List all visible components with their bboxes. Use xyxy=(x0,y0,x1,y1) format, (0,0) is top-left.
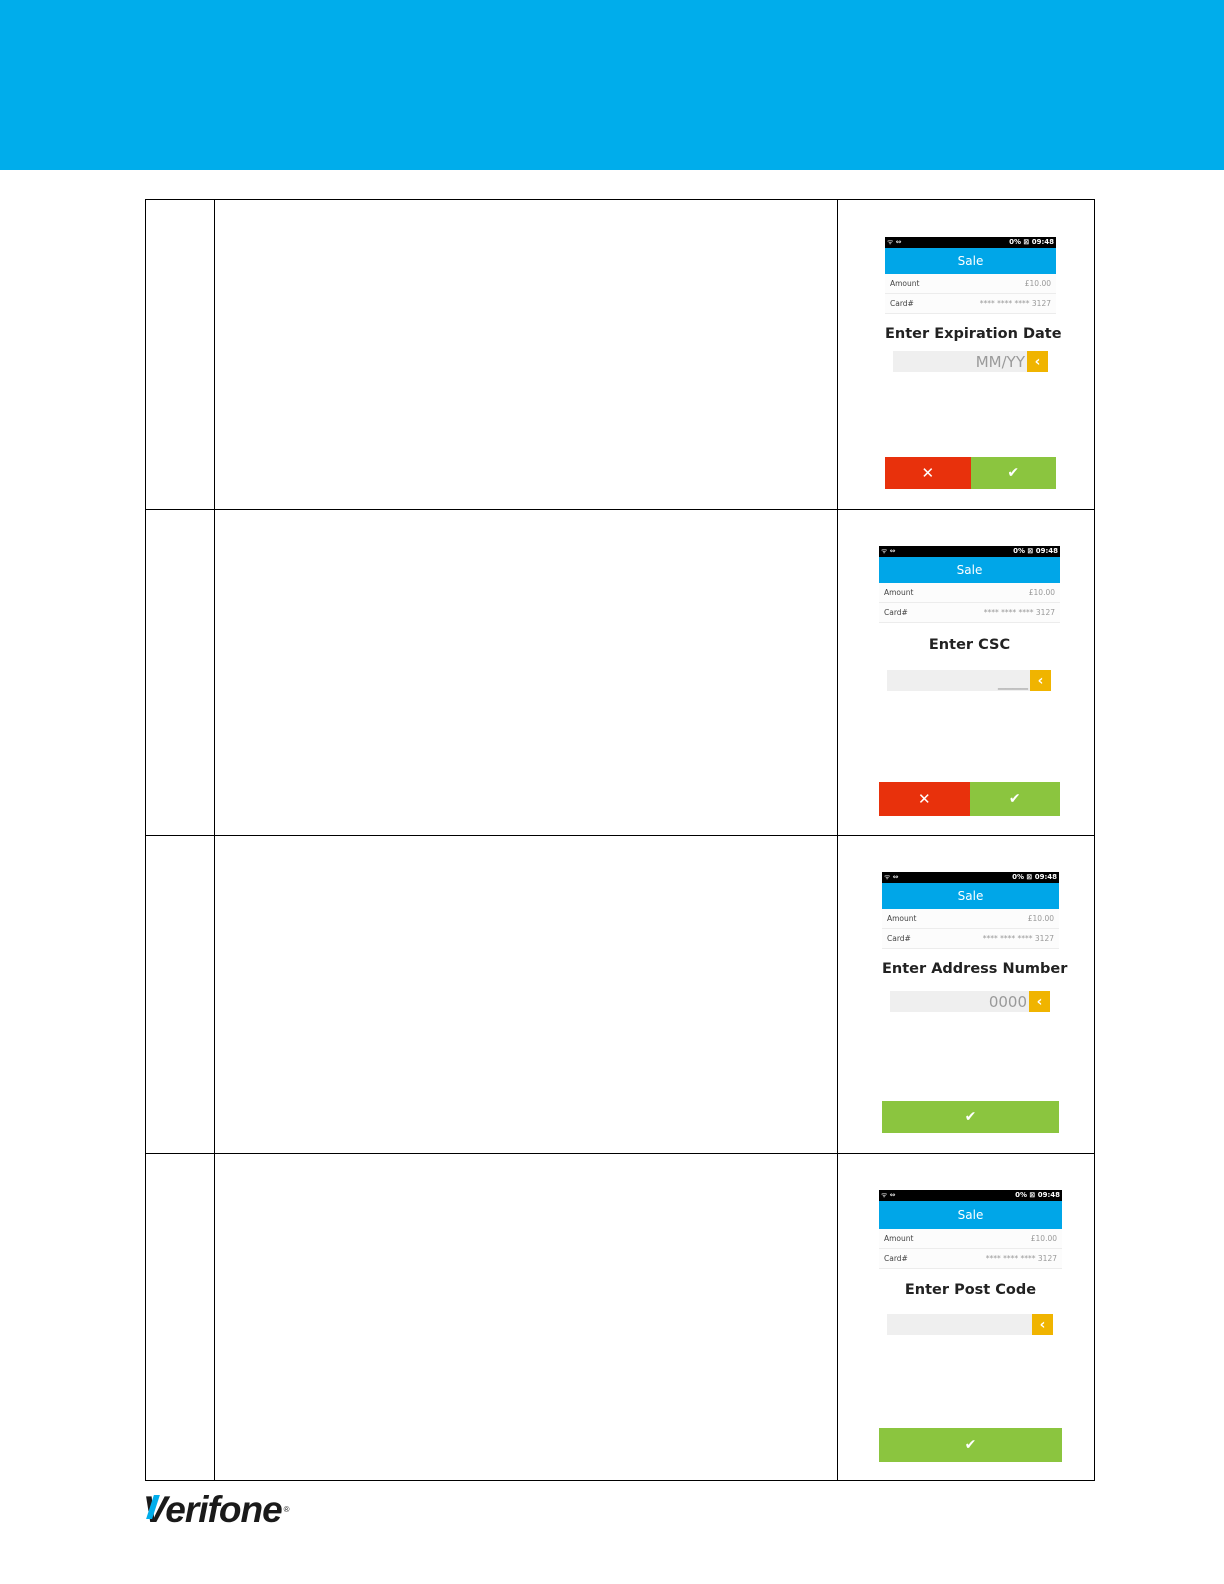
card-value: **** **** **** 3127 xyxy=(982,934,1054,943)
check-mark-icon: ✔ xyxy=(1008,791,1021,807)
backspace-icon[interactable]: ‹ xyxy=(1027,351,1048,372)
x-mark-icon: ✕ xyxy=(921,464,935,482)
amount-value: £10.00 xyxy=(1027,914,1054,923)
status-time: 0% ⊠ 09:48 xyxy=(1012,873,1057,881)
entry-placeholder: ____ xyxy=(998,671,1028,690)
prompt-title: Enter Post Code xyxy=(904,1282,1037,1298)
screen-title: Sale xyxy=(879,1201,1062,1229)
card-value: **** **** **** 3127 xyxy=(983,608,1055,617)
registered-mark: ® xyxy=(283,1505,290,1514)
status-time: 0% ⊠ 09:48 xyxy=(1009,238,1054,246)
amount-row: Amount £10.00 xyxy=(879,1229,1062,1249)
check-mark-icon: ✔ xyxy=(964,1109,977,1125)
step-row: ᯤ ⇔ 0% ⊠ 09:48 Sale Amount £10.00 Card# … xyxy=(145,509,1095,836)
card-row: Card# **** **** **** 3127 xyxy=(879,603,1060,623)
confirm-button[interactable]: ✔ xyxy=(882,1101,1059,1133)
prompt-title: Enter Expiration Date xyxy=(885,326,1062,342)
status-bar: ᯤ ⇔ 0% ⊠ 09:48 xyxy=(879,1190,1062,1201)
prompt-title: Enter CSC xyxy=(928,637,1011,653)
prompt-title: Enter Address Number xyxy=(882,961,1068,977)
card-row: Card# **** **** **** 3127 xyxy=(882,929,1059,949)
screen-title: Sale xyxy=(882,883,1059,909)
entry-placeholder: 0000 xyxy=(988,992,1027,1011)
card-value: **** **** **** 3127 xyxy=(985,1254,1057,1263)
cancel-button[interactable]: ✕ xyxy=(879,782,970,816)
step-description-cell xyxy=(214,199,838,510)
step-number-cell xyxy=(145,835,215,1154)
status-bar: ᯤ ⇔ 0% ⊠ 09:48 xyxy=(879,546,1060,557)
confirm-button[interactable]: ✔ xyxy=(969,782,1060,816)
step-number-cell xyxy=(145,199,215,510)
terminal-screen: ᯤ ⇔ 0% ⊠ 09:48 Sale Amount £10.00 Card# … xyxy=(879,546,1060,818)
amount-label: Amount xyxy=(884,588,914,597)
step-description-cell xyxy=(214,835,838,1154)
entry-field[interactable]: MM/YY ‹ xyxy=(893,351,1048,372)
entry-field[interactable]: ____ ‹ xyxy=(887,670,1051,691)
action-buttons: ✔ xyxy=(879,1428,1062,1462)
step-screenshot-cell: ᯤ ⇔ 0% ⊠ 09:48 Sale Amount £10.00 Card# … xyxy=(837,1153,1095,1481)
card-label: Card# xyxy=(884,608,908,617)
step-row: ᯤ ⇔ 0% ⊠ 09:48 Sale Amount £10.00 Card# … xyxy=(145,199,1095,510)
check-mark-icon: ✔ xyxy=(964,1437,977,1453)
signal-icon: ᯤ ⇔ xyxy=(881,547,896,555)
amount-label: Amount xyxy=(887,914,917,923)
entry-placeholder: MM/YY xyxy=(975,352,1025,371)
status-bar: ᯤ ⇔ 0% ⊠ 09:48 xyxy=(882,872,1059,883)
amount-value: £10.00 xyxy=(1024,279,1051,288)
action-buttons: ✔ xyxy=(882,1101,1059,1133)
amount-label: Amount xyxy=(890,279,920,288)
steps-table: ᯤ ⇔ 0% ⊠ 09:48 Sale Amount £10.00 Card# … xyxy=(145,199,1095,1481)
card-label: Card# xyxy=(890,299,914,308)
amount-row: Amount £10.00 xyxy=(879,583,1060,603)
backspace-icon[interactable]: ‹ xyxy=(1032,1314,1053,1335)
status-time: 0% ⊠ 09:48 xyxy=(1015,1191,1060,1199)
step-screenshot-cell: ᯤ ⇔ 0% ⊠ 09:48 Sale Amount £10.00 Card# … xyxy=(837,835,1095,1154)
terminal-screen: ᯤ ⇔ 0% ⊠ 09:48 Sale Amount £10.00 Card# … xyxy=(879,1190,1062,1463)
card-value: **** **** **** 3127 xyxy=(979,299,1051,308)
card-row: Card# **** **** **** 3127 xyxy=(879,1249,1062,1269)
screen-title: Sale xyxy=(879,557,1060,583)
x-mark-icon: ✕ xyxy=(917,790,931,808)
backspace-icon[interactable]: ‹ xyxy=(1029,991,1050,1012)
card-label: Card# xyxy=(887,934,911,943)
amount-value: £10.00 xyxy=(1030,1234,1057,1243)
step-screenshot-cell: ᯤ ⇔ 0% ⊠ 09:48 Sale Amount £10.00 Card# … xyxy=(837,199,1095,510)
signal-icon: ᯤ ⇔ xyxy=(887,238,902,246)
screen-title: Sale xyxy=(885,248,1056,274)
header-band xyxy=(0,0,1224,170)
step-screenshot-cell: ᯤ ⇔ 0% ⊠ 09:48 Sale Amount £10.00 Card# … xyxy=(837,509,1095,836)
card-label: Card# xyxy=(884,1254,908,1263)
signal-icon: ᯤ ⇔ xyxy=(884,873,899,881)
entry-field[interactable]: ‹ xyxy=(887,1314,1053,1335)
status-bar: ᯤ ⇔ 0% ⊠ 09:48 xyxy=(885,237,1056,248)
step-number-cell xyxy=(145,1153,215,1481)
amount-label: Amount xyxy=(884,1234,914,1243)
amount-row: Amount £10.00 xyxy=(885,274,1056,294)
step-row: ᯤ ⇔ 0% ⊠ 09:48 Sale Amount £10.00 Card# … xyxy=(145,835,1095,1154)
step-number-cell xyxy=(145,509,215,836)
action-buttons: ✕ ✔ xyxy=(879,782,1060,816)
verifone-logo: Verifone ® xyxy=(143,1489,290,1530)
backspace-icon[interactable]: ‹ xyxy=(1030,670,1051,691)
confirm-button[interactable]: ✔ xyxy=(970,457,1056,489)
confirm-button[interactable]: ✔ xyxy=(879,1428,1062,1462)
card-row: Card# **** **** **** 3127 xyxy=(885,294,1056,314)
logo-wordmark: Verifone xyxy=(143,1489,283,1530)
terminal-screen: ᯤ ⇔ 0% ⊠ 09:48 Sale Amount £10.00 Card# … xyxy=(885,237,1062,489)
check-mark-icon: ✔ xyxy=(1007,465,1020,481)
action-buttons: ✕ ✔ xyxy=(885,457,1056,489)
step-row: ᯤ ⇔ 0% ⊠ 09:48 Sale Amount £10.00 Card# … xyxy=(145,1153,1095,1481)
signal-icon: ᯤ ⇔ xyxy=(881,1191,896,1199)
entry-field[interactable]: 0000 ‹ xyxy=(890,991,1050,1012)
status-time: 0% ⊠ 09:48 xyxy=(1013,547,1058,555)
amount-value: £10.00 xyxy=(1028,588,1055,597)
step-description-cell xyxy=(214,1153,838,1481)
terminal-screen: ᯤ ⇔ 0% ⊠ 09:48 Sale Amount £10.00 Card# … xyxy=(882,872,1068,1136)
amount-row: Amount £10.00 xyxy=(882,909,1059,929)
step-description-cell xyxy=(214,509,838,836)
cancel-button[interactable]: ✕ xyxy=(885,457,971,489)
